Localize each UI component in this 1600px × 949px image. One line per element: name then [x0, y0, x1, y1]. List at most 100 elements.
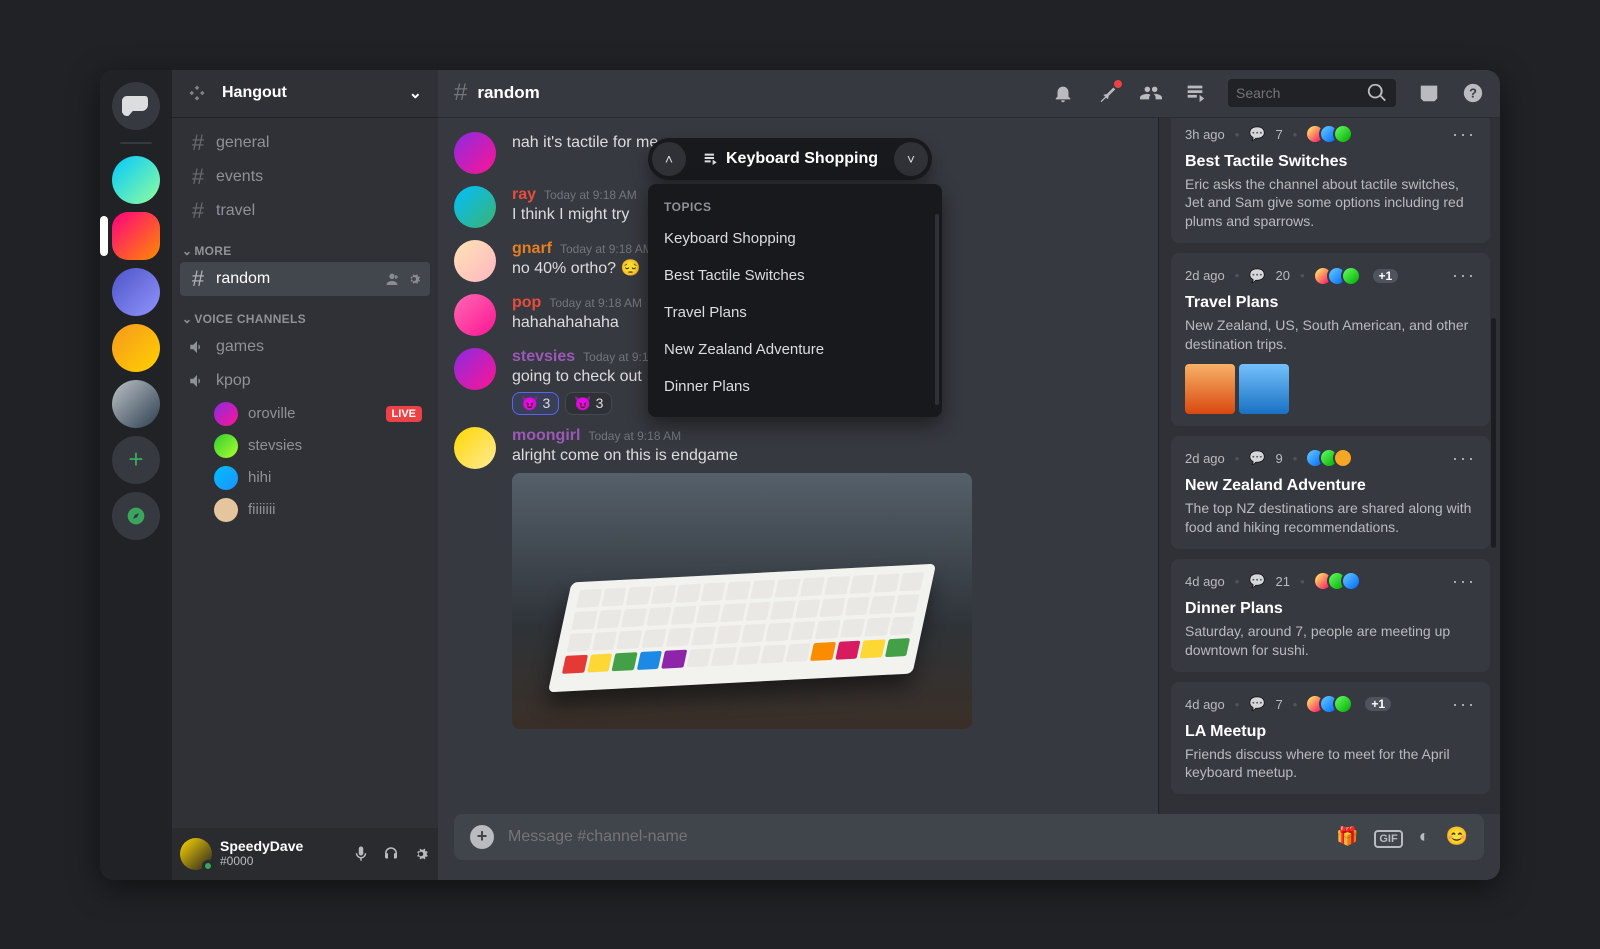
voice-user[interactable]: oroville LIVE	[180, 398, 430, 430]
thread-extra-badge: +1	[1365, 697, 1391, 711]
chevron-down-icon: ⌄	[182, 244, 192, 258]
avatar[interactable]	[454, 186, 496, 228]
emoji-button[interactable]: 😊	[1446, 826, 1468, 847]
chevron-down-icon: ⌄	[182, 312, 192, 326]
channel-label: travel	[216, 202, 255, 220]
gift-button[interactable]: 🎁	[1336, 826, 1358, 847]
voice-channel-games[interactable]: games	[180, 330, 430, 364]
channel-events[interactable]: # events	[180, 160, 430, 194]
inbox-button[interactable]	[1418, 82, 1440, 104]
thread-image[interactable]	[1239, 364, 1289, 414]
thread-title: Best Tactile Switches	[1185, 153, 1476, 171]
deafen-button[interactable]	[382, 845, 400, 863]
server-item[interactable]	[112, 268, 160, 316]
channel-general[interactable]: # general	[180, 126, 430, 160]
server-item[interactable]	[112, 156, 160, 204]
server-name: Hangout	[222, 84, 287, 102]
self-user-panel: SpeedyDave #0000	[172, 828, 438, 880]
thread-more-button[interactable]: ···	[1452, 571, 1476, 592]
avatar[interactable]	[454, 348, 496, 390]
thread-count: 7	[1276, 127, 1283, 142]
channel-sidebar: Hangout ⌄ # general # events # travel ⌄ …	[172, 70, 438, 880]
avatar[interactable]	[454, 240, 496, 282]
server-item[interactable]	[112, 324, 160, 372]
reaction[interactable]: 😈3	[565, 392, 612, 415]
home-button[interactable]	[112, 82, 160, 130]
sticker-button[interactable]: ◐	[1419, 826, 1430, 847]
add-server-button[interactable]: +	[112, 436, 160, 484]
thread-card[interactable]: 2d ago• 💬20• +1 ··· Travel Plans New Zea…	[1171, 253, 1490, 426]
channel-travel[interactable]: # travel	[180, 194, 430, 228]
thread-more-button[interactable]: ···	[1452, 124, 1476, 145]
message-author[interactable]: gnarf	[512, 240, 552, 257]
channel-random[interactable]: # random	[180, 262, 430, 296]
gif-button[interactable]: GIF	[1374, 826, 1402, 847]
message-author[interactable]: moongirl	[512, 427, 580, 444]
add-user-icon[interactable]	[384, 271, 400, 287]
avatar[interactable]	[454, 294, 496, 336]
thread-card[interactable]: 4d ago• 💬21• ··· Dinner Plans Saturday, …	[1171, 559, 1490, 672]
thread-age: 2d ago	[1185, 451, 1225, 466]
thread-image[interactable]	[1185, 364, 1235, 414]
thread-more-button[interactable]: ···	[1452, 265, 1476, 286]
voice-user[interactable]: stevsies	[180, 430, 430, 462]
thread-more-button[interactable]: ···	[1452, 694, 1476, 715]
message-author[interactable]: pop	[512, 294, 541, 311]
voice-user-label: fiiiiiii	[248, 501, 276, 518]
search-input[interactable]	[1236, 85, 1366, 101]
topic-next-button[interactable]: ˅	[894, 142, 928, 176]
speaker-icon	[188, 338, 208, 356]
thread-more-button[interactable]: ···	[1452, 448, 1476, 469]
topic-menu-item[interactable]: Keyboard Shopping	[648, 220, 942, 257]
channel-label: events	[216, 168, 263, 186]
attach-button[interactable]: +	[470, 825, 494, 849]
members-button[interactable]	[1140, 82, 1162, 104]
topic-prev-button[interactable]: ˄	[652, 142, 686, 176]
thread-card[interactable]: 2d ago• 💬9• ··· New Zealand Adventure Th…	[1171, 436, 1490, 549]
message-icon: 💬	[1249, 573, 1265, 589]
avatar	[214, 402, 238, 426]
help-button[interactable]: ?	[1462, 82, 1484, 104]
mute-button[interactable]	[352, 845, 370, 863]
thread-title: Dinner Plans	[1185, 600, 1476, 618]
server-divider	[120, 142, 152, 144]
avatar[interactable]	[454, 427, 496, 469]
thread-card[interactable]: 3h ago• 💬7• ··· Best Tactile Switches Er…	[1171, 118, 1490, 244]
composer-input[interactable]	[508, 828, 1322, 846]
category-voice[interactable]: ⌄ VOICE CHANNELS	[180, 296, 430, 330]
category-more[interactable]: ⌄ MORE	[180, 228, 430, 262]
gear-icon[interactable]	[406, 271, 422, 287]
topic-menu-item[interactable]: Best Tactile Switches	[648, 257, 942, 294]
thread-count: 21	[1276, 574, 1290, 589]
voice-user[interactable]: hihi	[180, 462, 430, 494]
thread-card[interactable]: 4d ago• 💬7• +1 ··· LA Meetup Friends dis…	[1171, 682, 1490, 795]
settings-button[interactable]	[412, 845, 430, 863]
message-list[interactable]: nah it's tactile for me rayToday at 9:18…	[438, 118, 1158, 814]
avatar	[214, 466, 238, 490]
voice-user[interactable]: fiiiiiii	[180, 494, 430, 526]
threads-button[interactable]	[1184, 82, 1206, 104]
search-box[interactable]	[1228, 79, 1396, 107]
notifications-button[interactable]	[1052, 82, 1074, 104]
topic-label: Keyboard Shopping	[726, 150, 878, 168]
server-item[interactable]	[112, 380, 160, 428]
scrollbar[interactable]	[1491, 318, 1496, 548]
svg-text:?: ?	[1469, 86, 1477, 101]
message-attachment[interactable]	[512, 473, 972, 729]
thread-title: LA Meetup	[1185, 723, 1476, 741]
pins-button[interactable]	[1096, 82, 1118, 104]
voice-channel-kpop[interactable]: kpop	[180, 364, 430, 398]
thread-desc: Friends discuss where to meet for the Ap…	[1185, 745, 1476, 783]
explore-button[interactable]	[112, 492, 160, 540]
self-avatar[interactable]	[180, 838, 212, 870]
message-author[interactable]: stevsies	[512, 348, 575, 365]
server-item-active[interactable]	[112, 212, 160, 260]
avatar[interactable]	[454, 132, 496, 174]
topic-menu-item[interactable]: New Zealand Adventure	[648, 331, 942, 368]
pins-badge	[1114, 80, 1122, 88]
server-header[interactable]: Hangout ⌄	[172, 70, 438, 118]
topic-menu-item[interactable]: Travel Plans	[648, 294, 942, 331]
reaction[interactable]: 😈3	[512, 392, 559, 415]
message-author[interactable]: ray	[512, 186, 536, 203]
topic-menu-item[interactable]: Dinner Plans	[648, 368, 942, 405]
